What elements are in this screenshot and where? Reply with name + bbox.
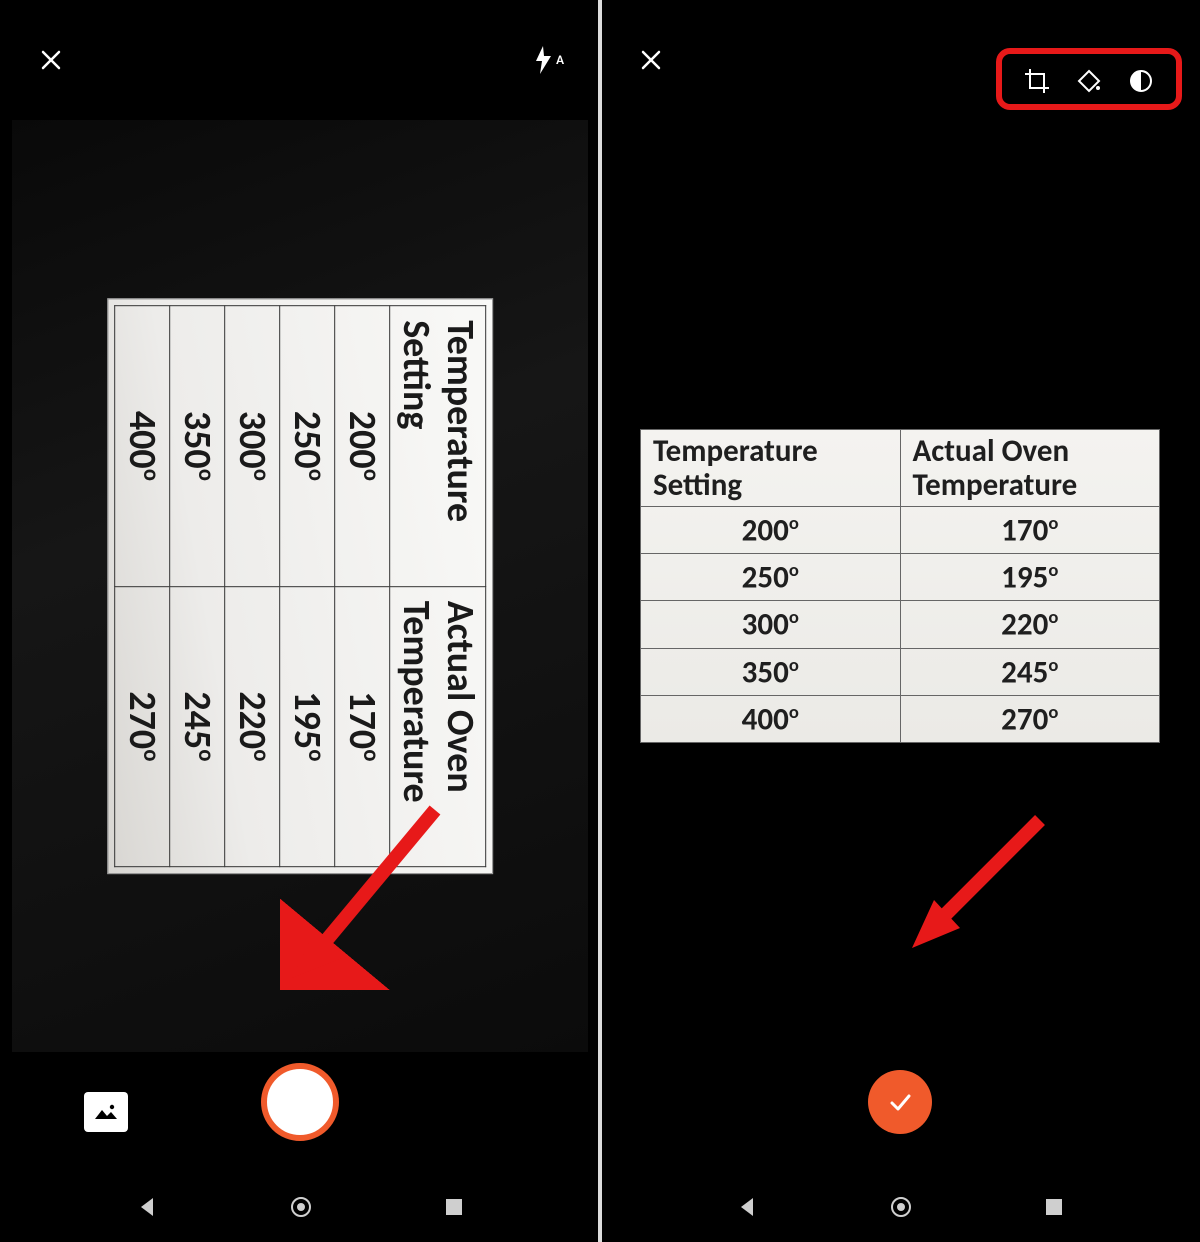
table-row: 300o220o [224, 306, 279, 867]
ink-icon[interactable] [1074, 66, 1104, 96]
flash-toggle[interactable]: A [533, 45, 564, 75]
crop-icon[interactable] [1022, 66, 1052, 96]
contrast-icon[interactable] [1126, 66, 1156, 96]
edit-pane: TemperatureSetting Actual OvenTemperatur… [600, 0, 1200, 1242]
camera-top-bar: A [0, 0, 600, 120]
nav-back-button[interactable] [136, 1196, 158, 1218]
camera-bottom-bar [0, 1052, 600, 1152]
edit-canvas: TemperatureSetting Actual OvenTemperatur… [600, 120, 1200, 1052]
table-row: 300o220o [641, 601, 1160, 648]
pane-divider [598, 0, 602, 1242]
nav-back-button[interactable] [736, 1196, 758, 1218]
nav-home-button[interactable] [889, 1195, 913, 1219]
viewfinder: TemperatureSetting Actual OvenTemperatur… [12, 120, 588, 1052]
temperature-table: TemperatureSetting Actual OvenTemperatur… [114, 305, 486, 867]
temperature-table: TemperatureSetting Actual OvenTemperatur… [640, 429, 1160, 744]
table-row: 400o270o [641, 696, 1160, 743]
close-button[interactable] [36, 45, 66, 75]
android-nav-bar [0, 1172, 600, 1242]
flash-mode-label: A [556, 53, 564, 68]
table-row: 250o195o [279, 306, 334, 867]
table-row: 350o245o [169, 306, 224, 867]
captured-document: TemperatureSetting Actual OvenTemperatur… [107, 298, 493, 874]
confirm-button[interactable] [868, 1070, 932, 1134]
nav-recent-button[interactable] [1044, 1197, 1064, 1217]
edit-bottom-bar [600, 1052, 1200, 1152]
shutter-button[interactable] [261, 1063, 339, 1141]
cropped-document: TemperatureSetting Actual OvenTemperatur… [640, 429, 1160, 744]
android-nav-bar [600, 1172, 1200, 1242]
nav-home-button[interactable] [289, 1195, 313, 1219]
edit-toolbar [1008, 58, 1170, 104]
table-row: 350o245o [641, 648, 1160, 695]
nav-recent-button[interactable] [444, 1197, 464, 1217]
table-row: 200o170o [334, 306, 389, 867]
close-button[interactable] [636, 45, 666, 75]
table-row: 200o170o [641, 506, 1160, 553]
camera-capture-pane: A TemperatureSetting Actual OvenTemperat… [0, 0, 600, 1242]
table-row: 250o195o [641, 554, 1160, 601]
table-row: 400o270o [114, 306, 169, 867]
